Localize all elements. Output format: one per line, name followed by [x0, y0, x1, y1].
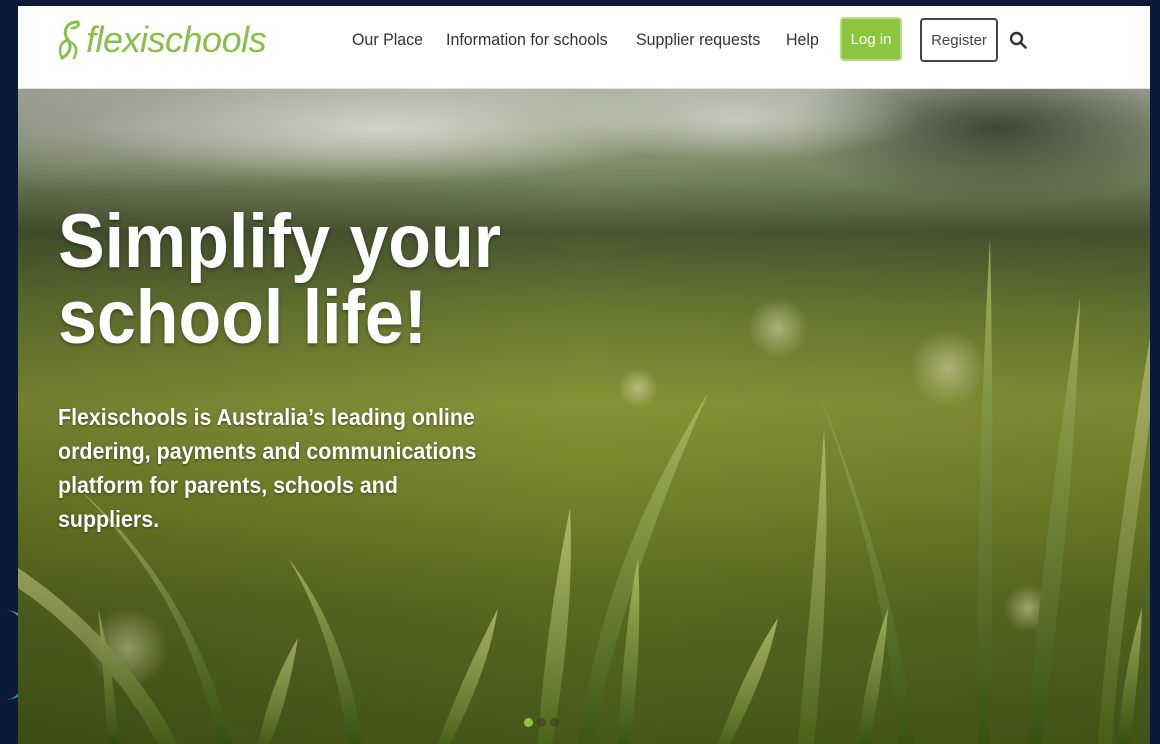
carousel-dot-3[interactable]	[550, 718, 559, 727]
nav-our-place[interactable]: Our Place	[352, 28, 423, 52]
search-icon[interactable]	[1009, 31, 1027, 49]
carousel-indicators	[524, 718, 559, 727]
browser-viewport: flexischools Our Place Information for s…	[18, 6, 1150, 744]
flexischools-logo[interactable]: flexischools	[56, 18, 267, 62]
site-header: flexischools Our Place Information for s…	[18, 6, 1150, 89]
login-button[interactable]: Log in	[840, 17, 902, 61]
nav-information-for-schools[interactable]: Information for schools	[446, 28, 608, 52]
carousel-dot-1[interactable]	[524, 718, 533, 727]
logo-wordmark: flexischools	[86, 19, 267, 60]
hero-subtitle: Flexischools is Australia’s leading onli…	[58, 404, 477, 532]
main-nav: Our Place Information for schools Suppli…	[352, 28, 839, 52]
carousel-dot-2[interactable]	[537, 718, 546, 727]
hero-title: Simplify your school life!	[58, 199, 501, 360]
leaf-logo-icon	[58, 20, 80, 60]
nav-help[interactable]: Help	[786, 28, 819, 52]
hero-banner: Simplify your school life! Flexischools …	[18, 88, 1150, 744]
nav-supplier-requests[interactable]: Supplier requests	[636, 28, 760, 52]
register-button[interactable]: Register	[920, 18, 998, 62]
